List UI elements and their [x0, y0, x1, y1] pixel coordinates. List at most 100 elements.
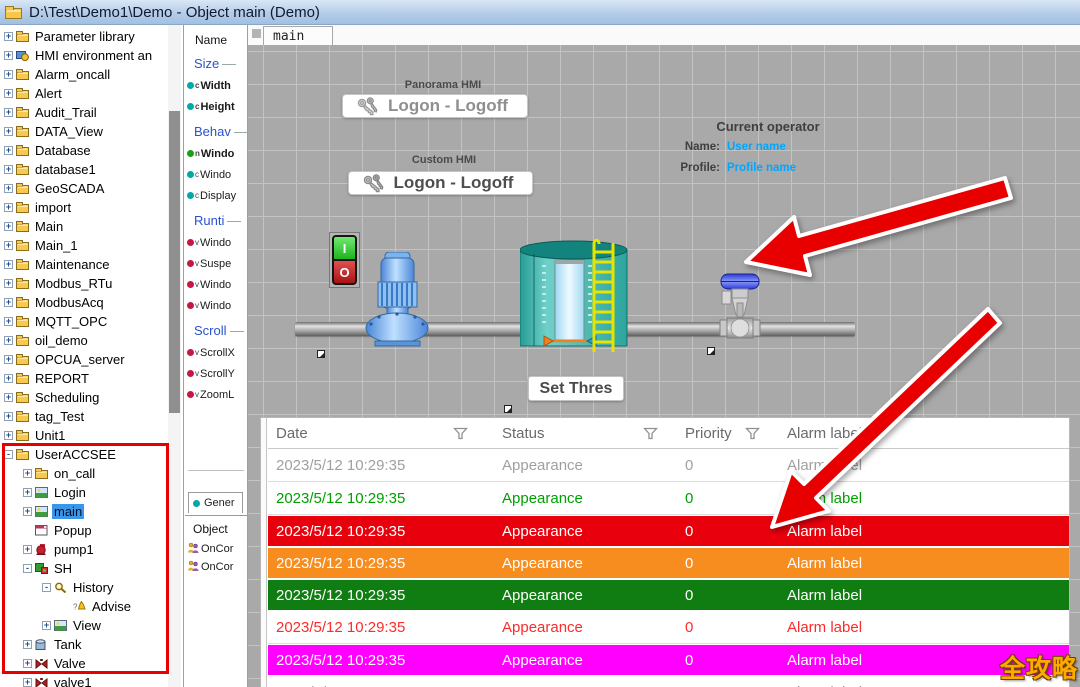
tree-item-alarm-oncall[interactable]: +Alarm_oncall: [2, 65, 167, 84]
expand-plus-icon[interactable]: +: [4, 32, 13, 41]
pump-graphic[interactable]: [365, 252, 430, 347]
operator-name-row[interactable]: Name: User name: [628, 141, 868, 153]
tree-item-history[interactable]: -History: [2, 578, 167, 597]
tree-item-modbus-rtu[interactable]: +Modbus_RTu: [2, 274, 167, 293]
operator-profile-value[interactable]: Profile name: [727, 162, 796, 174]
alarm-row[interactable]: 2023/5/12 10:29:35Appearance0Alarm label: [268, 644, 1069, 676]
tree-item-scheduling[interactable]: +Scheduling: [2, 388, 167, 407]
tree-item-unit1[interactable]: +Unit1: [2, 426, 167, 445]
expand-plus-icon[interactable]: +: [4, 108, 13, 117]
logon-logoff-button-panorama[interactable]: Logon - Logoff: [342, 94, 528, 118]
alarm-row[interactable]: 2023/5/12 10:29:35Appearance0Alarm label: [268, 547, 1069, 579]
custom-hmi-label[interactable]: Custom HMI: [394, 154, 494, 166]
expand-plus-icon[interactable]: +: [4, 374, 13, 383]
expand-plus-icon[interactable]: +: [23, 545, 32, 554]
tree-item-tag-test[interactable]: +tag_Test: [2, 407, 167, 426]
operator-profile-row[interactable]: Profile: Profile name: [628, 162, 868, 174]
expand-plus-icon[interactable]: +: [4, 222, 13, 231]
tree-item-valve[interactable]: +Valve: [2, 654, 167, 673]
tree-item-hmi-environment-an[interactable]: +HMI environment an: [2, 46, 167, 65]
expand-plus-icon[interactable]: +: [4, 355, 13, 364]
property-zooml[interactable]: vZoomL: [185, 384, 247, 405]
expand-plus-icon[interactable]: +: [42, 621, 51, 630]
expand-plus-icon[interactable]: +: [23, 659, 32, 668]
expand-plus-icon[interactable]: +: [23, 507, 32, 516]
tree-item-sh[interactable]: -SH: [2, 559, 167, 578]
logon-logoff-button-custom[interactable]: Logon - Logoff: [348, 171, 533, 195]
tree-item-mqtt-opc[interactable]: +MQTT_OPC: [2, 312, 167, 331]
tree-item-tank[interactable]: +Tank: [2, 635, 167, 654]
tree-item-modbusacq[interactable]: +ModbusAcq: [2, 293, 167, 312]
tree-item-main[interactable]: +Main: [2, 217, 167, 236]
tree-item-maintenance[interactable]: +Maintenance: [2, 255, 167, 274]
property-suspe[interactable]: vSuspe: [185, 253, 247, 274]
column-header-date[interactable]: Date: [268, 418, 482, 448]
property-height[interactable]: cHeight: [185, 96, 247, 117]
tree-scrollbar[interactable]: [168, 25, 181, 687]
tree-item-main[interactable]: +main: [2, 502, 167, 521]
alarm-row[interactable]: 2023/5/12 10:29:35Appearance0Alarm label: [268, 449, 1069, 482]
tree-item-view[interactable]: +View: [2, 616, 167, 635]
expand-plus-icon[interactable]: +: [4, 70, 13, 79]
set-thres-button[interactable]: Set Thres: [528, 376, 624, 401]
property-windo[interactable]: vWindo: [185, 232, 247, 253]
property-group-behav[interactable]: Behav: [185, 117, 247, 143]
expand-plus-icon[interactable]: +: [4, 260, 13, 269]
expand-plus-icon[interactable]: +: [23, 678, 32, 687]
tree-item-popup[interactable]: Popup: [2, 521, 167, 540]
expand-plus-icon[interactable]: +: [4, 279, 13, 288]
power-switch[interactable]: I O: [329, 232, 360, 288]
tree-item-main-1[interactable]: +Main_1: [2, 236, 167, 255]
column-header-status[interactable]: Status: [482, 418, 672, 448]
collapse-minus-icon[interactable]: -: [23, 564, 32, 573]
expand-plus-icon[interactable]: +: [4, 51, 13, 60]
expand-plus-icon[interactable]: +: [4, 127, 13, 136]
property-windo[interactable]: cWindo: [185, 164, 247, 185]
tree-item-opcua-server[interactable]: +OPCUA_server: [2, 350, 167, 369]
expand-plus-icon[interactable]: +: [4, 146, 13, 155]
property-display[interactable]: cDisplay: [185, 185, 247, 206]
panorama-hmi-label[interactable]: Panorama HMI: [388, 79, 498, 91]
alarm-row[interactable]: 2023/5/12 10:29:35Appearance0Alarm label: [268, 579, 1069, 611]
alarm-row[interactable]: 2023/5/12 10:29:35Appearance0Alarm label: [268, 676, 1069, 687]
expand-plus-icon[interactable]: +: [4, 184, 13, 193]
collapse-minus-icon[interactable]: -: [42, 583, 51, 592]
anchor-handle[interactable]: [707, 347, 715, 355]
switch-off-half[interactable]: O: [332, 260, 357, 285]
tree-item-database1[interactable]: +database1: [2, 160, 167, 179]
expand-plus-icon[interactable]: +: [4, 336, 13, 345]
tree-item-valve1[interactable]: +valve1: [2, 673, 167, 687]
tab-general[interactable]: Gener: [188, 492, 243, 513]
tree-item-useraccsee[interactable]: -UserACCSEE: [2, 445, 167, 464]
property-group-runti[interactable]: Runti: [185, 206, 247, 232]
tree-scrollbar-thumb[interactable]: [169, 111, 180, 413]
property-group-scroll[interactable]: Scroll: [185, 316, 247, 342]
valve-graphic[interactable]: [718, 273, 762, 340]
expand-plus-icon[interactable]: +: [4, 165, 13, 174]
alarm-row[interactable]: 2023/5/12 10:29:35Appearance0Alarm label: [268, 611, 1069, 644]
tree-item-geoscada[interactable]: +GeoSCADA: [2, 179, 167, 198]
tree-item-advise[interactable]: ?Advise: [2, 597, 167, 616]
expand-plus-icon[interactable]: +: [4, 298, 13, 307]
tree-item-database[interactable]: +Database: [2, 141, 167, 160]
tree-item-audit-trail[interactable]: +Audit_Trail: [2, 103, 167, 122]
tree-item-import[interactable]: +import: [2, 198, 167, 217]
expand-plus-icon[interactable]: +: [4, 393, 13, 402]
filter-funnel-icon[interactable]: [643, 427, 658, 440]
filter-funnel-icon[interactable]: [745, 427, 760, 440]
filter-funnel-icon[interactable]: [453, 427, 468, 440]
property-windo[interactable]: nWindo: [185, 143, 247, 164]
expand-plus-icon[interactable]: +: [4, 317, 13, 326]
anchor-handle[interactable]: [317, 350, 325, 358]
alarm-row[interactable]: 2023/5/12 10:29:35Appearance0Alarm label: [268, 515, 1069, 547]
expand-plus-icon[interactable]: +: [4, 89, 13, 98]
column-header-alarm-label[interactable]: Alarm label: [774, 418, 1069, 448]
expand-plus-icon[interactable]: +: [23, 640, 32, 649]
tab-main[interactable]: main: [263, 26, 333, 45]
tree-item-parameter-library[interactable]: +Parameter library: [2, 27, 167, 46]
property-windo[interactable]: vWindo: [185, 295, 247, 316]
property-group-size[interactable]: Size: [185, 49, 247, 75]
switch-on-half[interactable]: I: [332, 235, 357, 260]
current-operator-title[interactable]: Current operator: [688, 119, 848, 134]
alarm-row[interactable]: 2023/5/12 10:29:35Appearance0Alarm label: [268, 482, 1069, 515]
